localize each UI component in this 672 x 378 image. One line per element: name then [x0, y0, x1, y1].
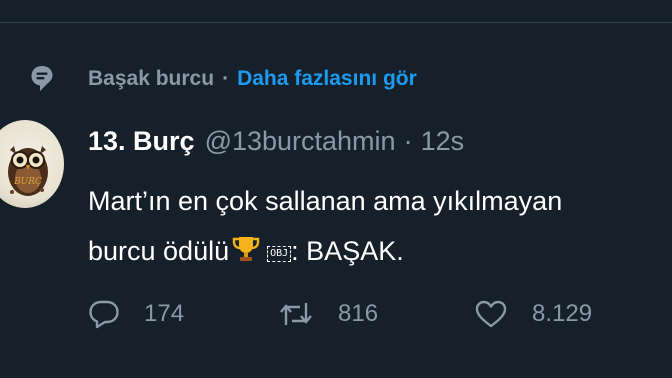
avatar-caption: BURÇ [13, 177, 42, 187]
like-count: 8.129 [532, 300, 593, 327]
reply-icon [89, 300, 119, 329]
tweet-text-line-2: burcu ödülü OBJ: BAŞAK. [88, 226, 672, 276]
reply-count: 174 [144, 300, 185, 327]
tweet-text-line-2-start: burcu ödülü [88, 236, 230, 266]
top-divider [0, 22, 672, 23]
tweet-actions: 174 816 8.129 [88, 296, 634, 332]
tweet-text-line-2-end: : BAŞAK. [291, 236, 404, 266]
owl-avatar-image: BURÇ [8, 146, 48, 196]
retweet-count: 816 [338, 300, 379, 327]
topic-name[interactable]: Başak burcu [88, 67, 214, 91]
header-separator: · [403, 126, 413, 156]
retweet-icon [280, 303, 312, 325]
see-more-link[interactable]: Daha fazlasını gör [237, 67, 417, 91]
tweet-text-line-1: Mart’ın en çok sallanan ama yıkılmayan [88, 186, 563, 216]
retweet-button[interactable]: 816 [278, 299, 474, 329]
obj-placeholder-glyph: OBJ [267, 246, 292, 262]
trophy-icon [231, 230, 261, 261]
topic-context: Başak burcu · Daha fazlasını gör [30, 62, 417, 96]
author-name[interactable]: 13. Burç [88, 126, 195, 157]
author-handle[interactable]: @13burctahmin [205, 126, 396, 157]
heart-icon [475, 300, 507, 328]
reply-button[interactable]: 174 [88, 299, 278, 329]
tweet-text: Mart’ın en çok sallanan ama yıkılmayan b… [88, 176, 672, 276]
avatar[interactable]: BURÇ [0, 120, 64, 208]
tweet-header: 13. Burç @13burctahmin · 12s [88, 126, 464, 157]
topic-icon [30, 64, 56, 94]
context-separator: · [222, 67, 230, 90]
tweet-timestamp[interactable]: 12s [421, 126, 465, 157]
like-button[interactable]: 8.129 [474, 299, 634, 329]
